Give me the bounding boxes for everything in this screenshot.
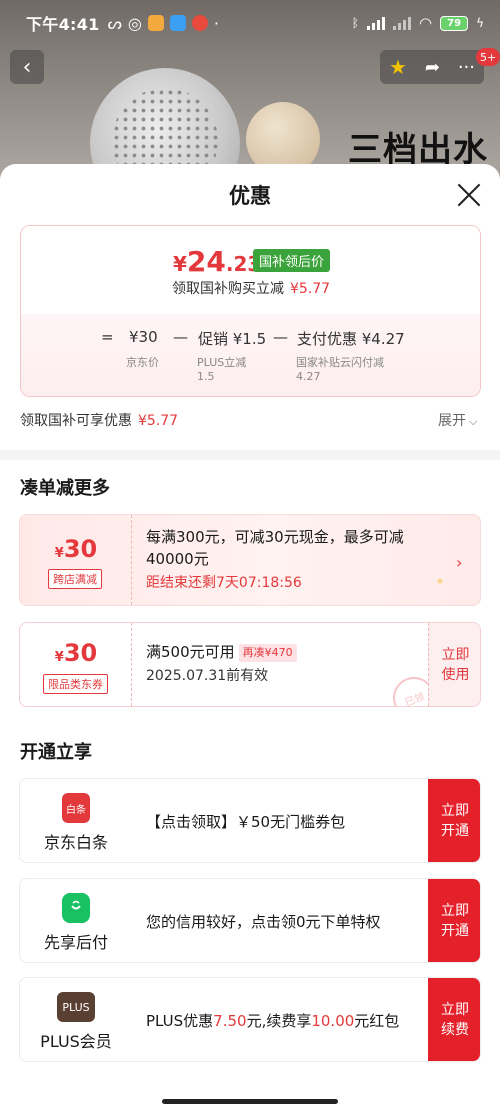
gov-subsidy-label: 国家补贴云闪付减 <box>296 356 384 369</box>
subsidy-price-tag: 国补领后价 <box>253 249 331 272</box>
use-now-button[interactable]: 立即 使用 <box>428 623 480 706</box>
discount-sheet: 优惠 ¥ 24 .23 国补领后价 领取国补购买立减 ¥5.77 = ¥30 — … <box>0 164 500 1111</box>
subsidy-subtitle: 领取国补购买立减 ¥5.77 <box>172 281 331 297</box>
message-count-badge: 5+ <box>476 48 500 66</box>
service-plus-member[interactable]: PLUS PLUS会员 PLUS优惠7.50元,续费享10.00元红包 立即 续费 <box>19 977 481 1062</box>
coupon-description: 每满300元，可减30元现金，最多可减 40000元 <box>146 528 404 568</box>
service-description: PLUS优惠7.50元,续费享10.00元红包 <box>146 1012 400 1030</box>
service-pay-later[interactable]: 先享后付 您的信用较好，点击领0元下单特权 立即 开通 <box>19 878 481 963</box>
section-divider <box>0 450 500 460</box>
expand-button[interactable]: 展开 ⌵ <box>438 410 477 430</box>
minus-sign: — <box>273 328 288 346</box>
coupon-condition: 满500元可用 再凑¥470 <box>146 641 297 663</box>
service-description: 【点击领取】￥50无门槛券包 <box>146 813 346 831</box>
wifi-icon: ◠ <box>418 14 433 32</box>
payment-discount: 支付优惠 ¥4.27 <box>297 330 405 348</box>
service-jd-baitiao[interactable]: 白条 京东白条 【点击领取】￥50无门槛券包 立即 开通 <box>19 778 481 863</box>
top-action-group: ★ ➦ ··· <box>380 50 484 84</box>
share-icon[interactable]: ➦ <box>425 57 440 78</box>
charging-icon: ϟ <box>476 16 484 30</box>
decorative-firework-icon <box>420 561 460 601</box>
promo-discount: 促销 ¥1.5 <box>198 330 267 348</box>
section-title-open-services: 开通立享 <box>20 742 92 763</box>
coupon-amount: ¥30 <box>54 639 98 667</box>
status-bar: 下午4:41 ᔕ ◎ · ᛒ ◠ 79 ϟ <box>0 0 500 46</box>
chevron-down-icon: ⌵ <box>469 415 478 428</box>
minus-sign: — <box>173 328 188 346</box>
bluetooth-icon: ᛒ <box>351 16 359 30</box>
coupon-countdown: 距结束还剩7天07:18:56 <box>146 575 302 591</box>
coupon-expiry: 2025.07.31前有效 <box>146 668 269 684</box>
jd-price: ¥30 <box>129 328 158 346</box>
coupon-amount: ¥30 <box>54 535 98 563</box>
close-icon[interactable] <box>456 182 482 208</box>
home-indicator[interactable] <box>162 1099 338 1104</box>
top-up-tag: 再凑¥470 <box>238 643 297 662</box>
service-name: 先享后付 <box>43 933 108 952</box>
chat-notification-icon <box>169 15 186 31</box>
weibo-icon <box>191 15 208 31</box>
equals-sign: = <box>101 328 114 346</box>
battery-icon: 79 <box>440 15 469 31</box>
signal-icon <box>366 16 385 30</box>
gov-subsidy-value: 4.27 <box>296 370 321 383</box>
back-button[interactable]: ‹ <box>10 50 44 84</box>
baitiao-icon: 白条 <box>62 793 90 823</box>
coupon-type-tag: 限品类东券 <box>43 674 108 694</box>
sheet-title: 优惠 <box>229 184 271 208</box>
service-description: 您的信用较好，点击领0元下单特权 <box>146 913 381 931</box>
plus-logo-icon: PLUS <box>57 992 95 1022</box>
chevron-left-icon: ‹ <box>22 54 32 80</box>
jd-price-label: 京东价 <box>126 356 159 369</box>
renew-now-button[interactable]: 立即 续费 <box>428 978 480 1061</box>
plus-value: 1.5 <box>197 370 215 383</box>
favorite-star-icon[interactable]: ★ <box>389 55 407 79</box>
final-price: ¥ 24 .23 <box>173 245 262 278</box>
coupon-type-tag: 跨店满减 <box>48 569 102 589</box>
plus-label: PLUS立减 <box>197 356 247 369</box>
subsidy-summary: 领取国补可享优惠 ¥5.77 <box>20 413 179 429</box>
voicemail-icon: ᔕ <box>107 13 122 33</box>
app-notification-icon <box>147 15 164 31</box>
cross-store-coupon[interactable]: ¥30 跨店满减 每满300元，可减30元现金，最多可减 40000元 距结束还… <box>19 514 481 606</box>
shopping-bag-icon <box>62 893 90 923</box>
section-title-more-discounts: 凑单减更多 <box>20 478 110 499</box>
status-time: 下午4:41 <box>26 15 100 34</box>
category-coupon: ¥30 限品类东券 满500元可用 再凑¥470 2025.07.31前有效 已领… <box>19 622 481 707</box>
signal-2-icon <box>392 16 411 30</box>
chevron-right-icon[interactable]: › <box>456 553 462 572</box>
more-icon[interactable]: ··· <box>458 57 475 78</box>
price-formula: = ¥30 — 促销 ¥1.5 — 支付优惠 ¥4.27 京东价 PLUS立减 … <box>21 314 480 396</box>
open-now-button[interactable]: 立即 开通 <box>428 879 480 962</box>
alarm-icon: ◎ <box>127 13 142 33</box>
more-notifications-icon: · <box>213 13 219 33</box>
service-name: PLUS会员 <box>40 1032 112 1051</box>
price-breakdown-card: ¥ 24 .23 国补领后价 领取国补购买立减 ¥5.77 = ¥30 — 促销 … <box>20 225 481 397</box>
service-name: 京东白条 <box>43 833 108 852</box>
open-now-button[interactable]: 立即 开通 <box>428 779 480 862</box>
